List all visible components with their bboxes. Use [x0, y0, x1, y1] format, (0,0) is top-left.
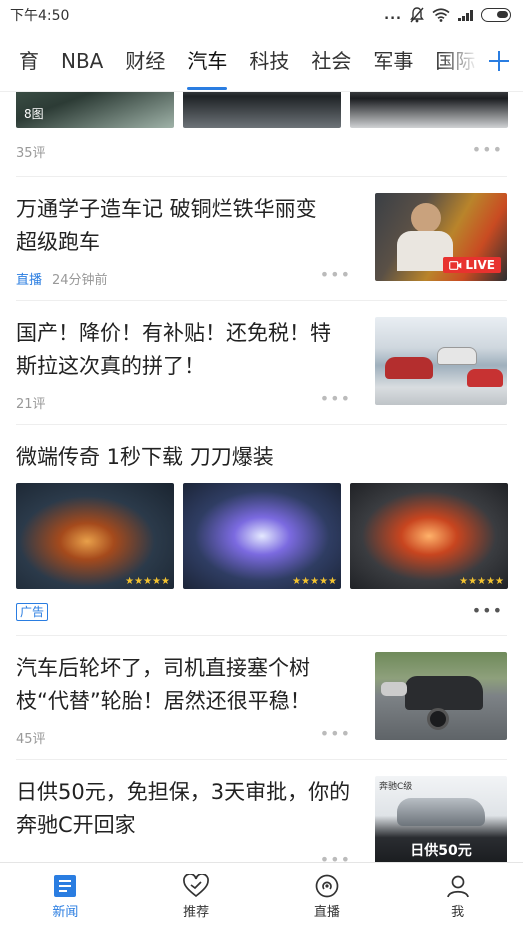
channel-tabs: 育 NBA 财经 汽车 科技 社会 军事 国际	[0, 30, 523, 92]
ad-title: 日供50元，免担保，3天审批，你的 奔驰C开回家	[16, 780, 351, 837]
live-badge: LIVE	[443, 257, 501, 273]
gallery-thumb-1: 8图	[16, 92, 174, 128]
news-title: 万通学子造车记 破铜烂铁华丽变 超级跑车	[16, 197, 317, 254]
tab-nba[interactable]: NBA	[50, 30, 114, 91]
cell-signal-icon	[458, 9, 473, 21]
gallery-item[interactable]: 8图 35评 •••	[0, 92, 523, 176]
status-bar: 下午4:50 ...	[0, 0, 523, 30]
ad-title: 微端传奇 1秒下载 刀刀爆装	[16, 445, 274, 469]
ad-item[interactable]: 日供50元，免担保，3天审批，你的 奔驰C开回家 ••• 奔驰C级 日供50元	[16, 760, 507, 862]
battery-icon	[481, 8, 511, 22]
ad-label-badge: 广告	[16, 603, 49, 621]
more-options-icon[interactable]: •••	[320, 850, 351, 862]
video-camera-icon	[449, 260, 462, 270]
more-options-icon[interactable]: •••	[320, 389, 351, 408]
ad-item[interactable]: 微端传奇 1秒下载 刀刀爆装 ★★★★★ ★★★★★ ★★★★★ 广告 •••	[0, 425, 523, 635]
more-options-icon[interactable]: •••	[320, 265, 351, 284]
comment-count: 21评	[16, 397, 46, 412]
status-time: 下午4:50	[10, 8, 70, 24]
tabs-fade	[439, 30, 479, 91]
tab-tech[interactable]: 科技	[238, 30, 300, 91]
gallery-thumb-2	[183, 92, 341, 128]
more-options-icon[interactable]: •••	[472, 601, 503, 620]
heart-check-icon	[183, 874, 209, 898]
tab-military[interactable]: 军事	[362, 30, 424, 91]
tab-finance[interactable]: 财经	[114, 30, 176, 91]
comment-count: 35评	[16, 146, 46, 161]
live-icon	[315, 874, 339, 898]
tab-sports[interactable]: 育	[8, 30, 50, 91]
bell-off-icon	[410, 7, 424, 23]
news-thumbnail	[375, 652, 507, 740]
news-meta: 直播 24分钟前	[16, 269, 108, 288]
ad-price-caption: 日供50元	[410, 843, 472, 859]
status-icons: ...	[384, 7, 511, 23]
news-icon	[54, 875, 77, 897]
ad-image-3: ★★★★★	[350, 483, 508, 589]
news-thumbnail: LIVE	[375, 193, 507, 281]
news-title: 汽车后轮坏了，司机直接塞个树 枝“代替”轮胎！居然还很平稳！	[16, 656, 311, 713]
live-tag: 直播	[16, 273, 43, 288]
channel-tabs-track: 育 NBA 财经 汽车 科技 社会 军事 国际	[8, 30, 486, 91]
nav-recommend[interactable]: 推荐	[131, 863, 262, 931]
news-thumbnail	[375, 317, 507, 405]
more-notifications-icon: ...	[384, 7, 402, 23]
bottom-navigation: 新闻 推荐 直播 我	[0, 862, 523, 931]
nav-news[interactable]: 新闻	[0, 863, 131, 931]
more-options-icon[interactable]: •••	[472, 140, 503, 159]
news-title: 国产！降价！有补贴！还免税！特 斯拉这次真的拼了！	[16, 321, 331, 378]
more-options-icon[interactable]: •••	[320, 724, 351, 743]
nav-live[interactable]: 直播	[262, 863, 393, 931]
plus-icon	[489, 51, 509, 71]
tab-society[interactable]: 社会	[300, 30, 362, 91]
news-item[interactable]: 国产！降价！有补贴！还免税！特 斯拉这次真的拼了！ 21评 •••	[16, 301, 507, 425]
comment-count: 45评	[16, 732, 46, 747]
photo-count-badge: 8图	[24, 107, 44, 121]
gallery-thumb-3	[350, 92, 508, 128]
news-feed[interactable]: 8图 35评 ••• 万通学子造车记 破铜烂铁华丽变 超级跑车 直播 24分钟前…	[0, 92, 523, 862]
tab-auto[interactable]: 汽车	[176, 30, 238, 91]
nav-me[interactable]: 我	[392, 863, 523, 931]
ad-image-1: ★★★★★	[16, 483, 174, 589]
ad-image-2: ★★★★★	[183, 483, 341, 589]
profile-icon	[446, 875, 469, 898]
add-channel-button[interactable]	[475, 30, 523, 91]
news-item[interactable]: 万通学子造车记 破铜烂铁华丽变 超级跑车 直播 24分钟前 ••• LIVE	[16, 177, 507, 301]
ad-thumbnail: 奔驰C级 日供50元	[375, 776, 507, 862]
publish-time: 24分钟前	[52, 273, 108, 288]
wifi-icon	[432, 8, 450, 22]
news-item[interactable]: 汽车后轮坏了，司机直接塞个树 枝“代替”轮胎！居然还很平稳！ 45评 •••	[16, 636, 507, 760]
